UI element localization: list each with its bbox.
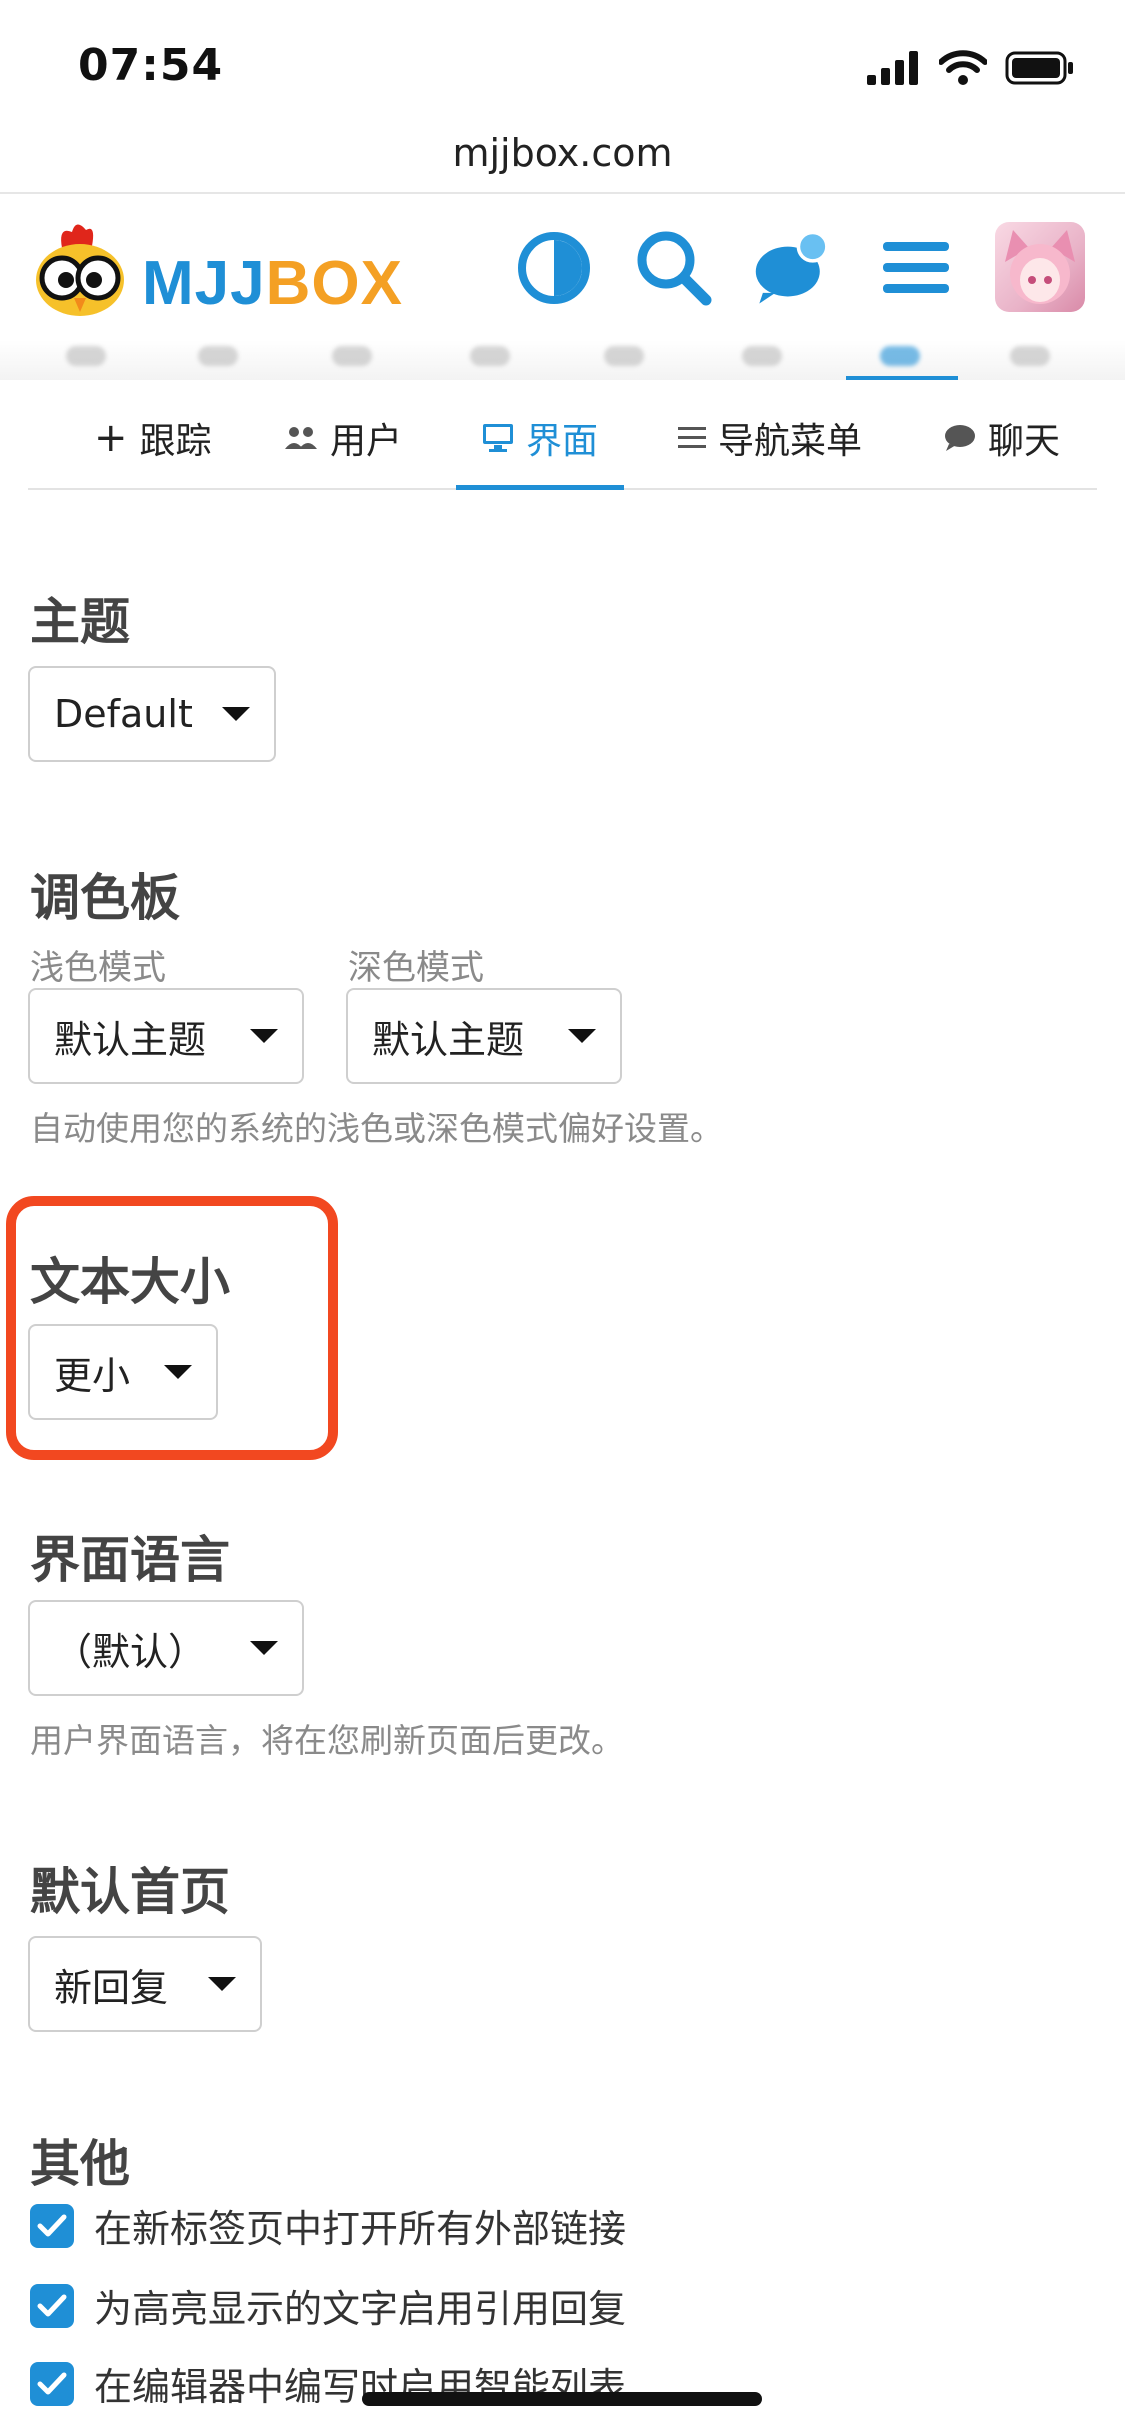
caret-down-icon — [250, 1641, 278, 1655]
chat-icon[interactable] — [754, 228, 834, 308]
status-bar: 07:54 — [0, 0, 1125, 130]
text-size-title: 文本大小 — [30, 1253, 230, 1311]
comment-icon — [945, 425, 975, 451]
checkbox-checked[interactable] — [30, 2203, 74, 2248]
theme-toggle-icon[interactable] — [514, 228, 594, 308]
tab-chat[interactable]: 聊天 — [944, 388, 1060, 488]
signal-icon — [867, 51, 918, 85]
caret-down-icon — [250, 1029, 278, 1043]
light-palette-select[interactable]: 默认主题 — [28, 988, 304, 1084]
user-section-tabs-faded — [0, 340, 1125, 380]
plus-icon: + — [94, 415, 128, 461]
site-logo[interactable]: MJJBOX — [32, 218, 432, 328]
dark-palette-select[interactable]: 默认主题 — [346, 988, 622, 1084]
checkbox-checked[interactable] — [30, 2361, 74, 2406]
status-time: 07:54 — [78, 40, 224, 91]
preferences-subnav: + 跟踪 用户 界面 导航菜单 聊天 — [28, 388, 1097, 490]
search-icon[interactable] — [634, 228, 714, 308]
tab-users[interactable]: 用户 — [284, 388, 402, 488]
caret-down-icon — [164, 1365, 192, 1379]
theme-select[interactable]: Default — [28, 666, 276, 762]
battery-icon — [1005, 51, 1073, 85]
other-title: 其他 — [30, 2135, 130, 2193]
homepage-title: 默认首页 — [30, 1863, 230, 1921]
light-mode-label: 浅色模式 — [30, 948, 166, 988]
caret-down-icon — [222, 707, 250, 721]
menu-icon[interactable] — [876, 228, 956, 308]
external-links-checkbox-row[interactable]: 在新标签页中打开所有外部链接 — [30, 2198, 626, 2253]
quote-reply-checkbox-row[interactable]: 为高亮显示的文字启用引用回复 — [30, 2278, 626, 2333]
check-icon — [37, 2214, 67, 2236]
rooster-logo-icon — [36, 224, 124, 316]
check-icon — [37, 2294, 67, 2316]
avatar[interactable] — [995, 222, 1085, 312]
wifi-icon — [939, 50, 987, 85]
url-bar[interactable]: mjjbox.com — [0, 125, 1125, 193]
list-icon — [678, 427, 706, 448]
text-size-select[interactable]: 更小 — [28, 1324, 218, 1420]
theme-title: 主题 — [30, 593, 130, 651]
caret-down-icon — [568, 1029, 596, 1043]
status-icons — [867, 48, 1075, 88]
dark-mode-label: 深色模式 — [348, 948, 484, 988]
tab-tracking[interactable]: + 跟踪 — [94, 388, 212, 488]
url-text: mjjbox.com — [452, 131, 673, 175]
palette-title: 调色板 — [30, 869, 180, 927]
home-indicator[interactable] — [362, 2392, 762, 2406]
caret-down-icon — [208, 1977, 236, 1991]
site-header: MJJBOX — [0, 194, 1125, 354]
locale-help-text: 用户界面语言，将在您刷新页面后更改。 — [30, 1721, 624, 1760]
locale-title: 界面语言 — [30, 1531, 230, 1589]
locale-select[interactable]: （默认） — [28, 1600, 304, 1696]
logo-wordmark: MJJBOX — [142, 249, 403, 318]
check-icon — [37, 2372, 67, 2394]
checkbox-checked[interactable] — [30, 2283, 74, 2328]
palette-help-text: 自动使用您的系统的浅色或深色模式偏好设置。 — [30, 1109, 723, 1148]
homepage-select[interactable]: 新回复 — [28, 1936, 262, 2032]
users-icon — [285, 427, 317, 449]
desktop-icon — [483, 424, 513, 452]
tab-interface[interactable]: 界面 — [456, 388, 625, 490]
tab-sidebar-menu[interactable]: 导航菜单 — [678, 388, 862, 488]
